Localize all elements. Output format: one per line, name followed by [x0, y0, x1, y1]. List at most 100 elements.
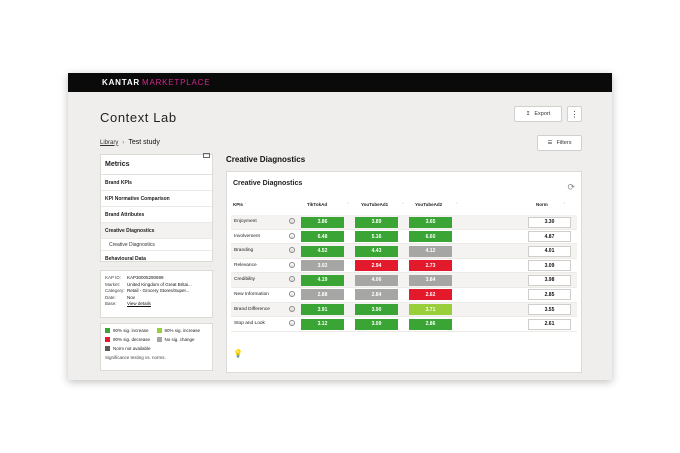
score-cell[interactable]: 3.12 — [301, 318, 344, 330]
significance-legend: 90% sig. increase 80% sig. increase 90% si… — [100, 323, 213, 371]
breadcrumb-library-link[interactable]: Library — [100, 140, 118, 146]
legend-swatch — [156, 337, 162, 342]
table-row[interactable]: Involvement i 6.48 5.16 6.60 4.87 — [231, 229, 577, 245]
column-header-label: YouTubeAd1 — [361, 202, 389, 207]
sidebar-item-kpi-normative-comparison[interactable]: KPI Normative Comparison — [101, 191, 212, 207]
norm-cell: 3.09 — [528, 260, 571, 272]
legend-item: 90% sig. increase — [105, 328, 157, 333]
score-cell[interactable]: 4.06 — [355, 274, 398, 286]
brand-logo-secondary[interactable]: MARKETPLACE — [142, 78, 210, 87]
info-icon[interactable]: i — [289, 247, 295, 254]
app-window: KANTAR MARKETPLACE Context Lab ↥ Export … — [68, 73, 612, 380]
score-cell[interactable]: 3.86 — [301, 216, 344, 228]
sidebar-header: Metrics — [101, 153, 212, 175]
legend-swatch — [156, 328, 162, 333]
metrics-sidebar: Metrics Brand KPIs KPI Normative Compari… — [100, 153, 213, 267]
info-icon[interactable]: i — [289, 276, 295, 283]
score-cell[interactable]: 6.60 — [409, 231, 452, 243]
kpi-label: Branding — [234, 248, 254, 254]
table-row[interactable]: New Information i 2.88 2.84 2.62 2.85 — [231, 287, 577, 303]
table-row[interactable]: Brand Difference i 3.91 3.90 3.71 3.55 — [231, 302, 577, 318]
study-info-box: KAP ID: KAP30005290699 Market: United King… — [100, 270, 213, 318]
score-cell[interactable]: 4.43 — [355, 245, 398, 257]
kpi-label: Stop and Look — [234, 321, 265, 327]
view-details-link[interactable]: View details — [127, 301, 151, 308]
score-cell[interactable]: 4.19 — [301, 274, 344, 286]
info-icon[interactable]: i — [289, 290, 295, 297]
table-row[interactable]: Branding i 4.52 4.43 4.12 4.01 — [231, 244, 577, 259]
collapse-panel-icon[interactable] — [203, 153, 210, 158]
norm-cell: 2.61 — [528, 318, 571, 330]
sidebar-item-brand-attributes[interactable]: Brand Attributes — [101, 207, 212, 223]
column-header-youtubead1[interactable]: YouTubeAd1 ˇ — [361, 202, 404, 207]
score-cell[interactable]: 2.84 — [355, 289, 398, 301]
info-icon[interactable]: i — [289, 320, 295, 327]
sidebar-item-creative-diagnostics[interactable]: Creative Diagnostics — [101, 223, 212, 239]
chevron-right-icon: › — [122, 139, 125, 146]
column-header-kpis[interactable]: KPIs ˇ — [233, 202, 247, 207]
score-cell[interactable]: 2.86 — [409, 318, 452, 330]
score-cell[interactable]: 2.88 — [301, 289, 344, 301]
column-header-norm[interactable]: Norm ˇ — [536, 202, 565, 207]
score-cell[interactable]: 3.71 — [409, 304, 452, 316]
table-row[interactable]: Stop and Look i 3.12 3.09 2.86 2.61 — [231, 317, 577, 332]
refresh-icon[interactable]: ⟳ — [567, 182, 575, 193]
score-cell[interactable]: 5.16 — [355, 231, 398, 243]
score-cell[interactable]: 3.90 — [355, 304, 398, 316]
sort-caret-icon: ˇ — [347, 202, 349, 207]
info-icon[interactable]: i — [289, 261, 295, 268]
legend-swatch — [105, 346, 110, 351]
score-cell[interactable]: 6.48 — [301, 231, 344, 243]
score-cell[interactable]: 2.73 — [409, 260, 452, 272]
score-cell[interactable]: 3.91 — [301, 304, 344, 316]
info-icon[interactable]: i — [289, 305, 295, 312]
breadcrumb: Library › Test study — [100, 139, 160, 146]
table-row[interactable]: Relevance i 3.02 2.94 2.73 3.09 — [231, 258, 577, 274]
score-cell[interactable]: 3.02 — [301, 260, 344, 272]
filters-button[interactable]: ☰ Filters — [537, 135, 582, 151]
more-options-button[interactable]: ⋮ — [567, 106, 582, 122]
upload-icon: ↥ — [525, 111, 531, 117]
norm-cell: 3.98 — [528, 274, 571, 286]
top-navbar: KANTAR MARKETPLACE — [68, 73, 612, 92]
column-header-label: TikTokAd — [307, 202, 328, 207]
sort-caret-icon: ˇ — [402, 202, 404, 207]
column-header-label: KPIs — [233, 202, 244, 207]
score-cell[interactable]: 3.09 — [355, 318, 398, 330]
sort-caret-icon: ˇ — [563, 202, 566, 207]
score-cell[interactable]: 3.89 — [355, 216, 398, 228]
legend-label: 90% sig. decrease — [113, 337, 151, 342]
column-header-label: Norm — [536, 202, 548, 207]
legend-item: 90% sig. decrease — [105, 337, 157, 342]
table-row[interactable]: Credibility i 4.19 4.06 3.84 3.98 — [231, 273, 577, 288]
column-header-youtubead2[interactable]: YouTubeAd2 ˇ — [415, 202, 458, 207]
info-row: Base: View details — [105, 301, 208, 308]
column-header-tiktokad[interactable]: TikTokAd ˇ — [307, 202, 349, 207]
score-cell[interactable]: 4.52 — [301, 245, 344, 257]
legend-item: 80% sig. increase — [156, 328, 209, 333]
info-icon[interactable]: i — [289, 232, 295, 239]
export-button[interactable]: ↥ Export — [514, 106, 562, 122]
sort-caret-icon: ˇ — [245, 202, 247, 207]
brand-logo-primary[interactable]: KANTAR — [102, 78, 140, 87]
score-cell[interactable]: 4.12 — [409, 245, 452, 257]
kpi-label: Credibility — [234, 277, 256, 283]
norm-cell: 3.30 — [528, 216, 571, 228]
export-label: Export — [534, 111, 551, 117]
sidebar-subitem-creative-diagnostics[interactable]: Creative Diagnostics — [101, 239, 212, 251]
legend-label: Norm not available — [113, 346, 151, 351]
info-value: Retail - Grocery Stores/Super... — [127, 288, 190, 293]
info-icon[interactable]: i — [289, 218, 295, 224]
sort-caret-icon: ˇ — [456, 202, 458, 207]
sidebar-item-behavioural-data[interactable]: Behavioural Data — [101, 251, 212, 267]
table-row[interactable]: Enjoyment i 3.86 3.89 3.65 3.30 — [231, 215, 577, 230]
score-cell[interactable]: 2.94 — [355, 260, 398, 272]
kpi-label: Relevance — [234, 262, 257, 268]
score-cell[interactable]: 2.62 — [409, 289, 452, 301]
legend-grid: 90% sig. increase 80% sig. increase 90% si… — [105, 328, 208, 351]
sidebar-item-brand-kpis[interactable]: Brand KPIs — [101, 175, 212, 191]
score-cell[interactable]: 3.65 — [409, 216, 452, 228]
legend-item: Norm not available — [105, 346, 157, 351]
lightbulb-icon[interactable]: 💡 — [233, 349, 243, 358]
score-cell[interactable]: 3.84 — [409, 274, 452, 286]
